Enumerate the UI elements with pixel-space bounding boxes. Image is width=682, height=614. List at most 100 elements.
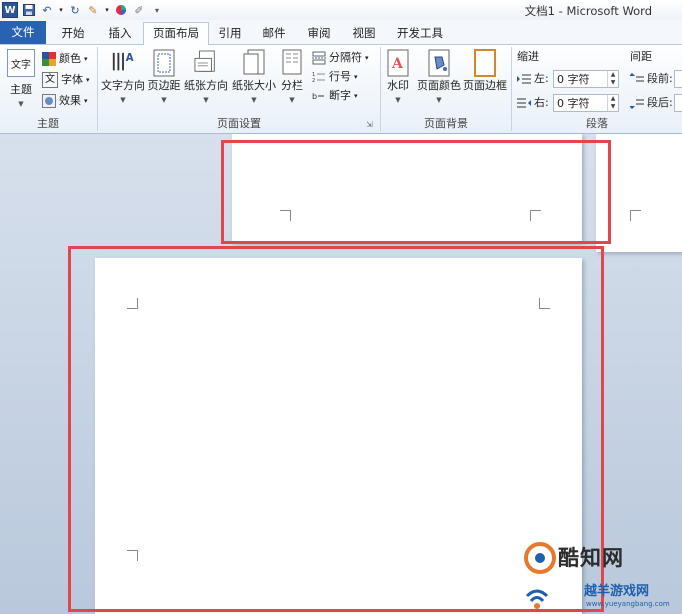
indent-left-spinner-icon[interactable]: ▲ ▼: [607, 71, 618, 87]
tab-review[interactable]: 审阅: [298, 23, 340, 44]
highlight-box-top: [221, 140, 611, 244]
hyphenation-dropdown-icon: ▾: [354, 92, 358, 100]
orientation-label: 纸张方向: [184, 79, 228, 92]
spacing-before-input[interactable]: [674, 70, 682, 88]
theme-fonts-icon: 文: [42, 72, 58, 88]
theme-effects-button[interactable]: 效果 ▾: [42, 92, 88, 110]
page-size-dropdown-icon: ▼: [251, 96, 257, 104]
document-area: 酷知网 越羊游戏网 www.yueyangbang.com: [0, 134, 682, 614]
spacing-after-icon: [630, 96, 644, 110]
window-title: 文档1 - Microsoft Word: [524, 4, 652, 18]
ribbon-tabs: 文件 开始 插入 页面布局 引用 邮件 审阅 视图 开发工具: [0, 20, 682, 46]
undo-dropdown-icon[interactable]: ▾: [58, 3, 64, 17]
hyphenation-button[interactable]: b 断字 ▾: [312, 87, 358, 105]
watermark-dropdown-icon: ▼: [395, 96, 401, 104]
margins-button[interactable]: 页边距 ▼: [146, 49, 182, 104]
breaks-icon: [312, 51, 326, 65]
watermark-name: 酷知网: [558, 546, 624, 570]
tab-home[interactable]: 开始: [50, 23, 96, 44]
indent-right-value: 0 字符: [557, 97, 590, 110]
watermark-button[interactable]: A 水印 ▼: [383, 49, 413, 104]
tab-mailings[interactable]: 邮件: [254, 23, 294, 44]
theme-effects-dropdown-icon: ▾: [84, 97, 88, 105]
text-direction-icon: A: [111, 49, 135, 77]
page-setup-dialog-launcher-icon[interactable]: ⇲: [366, 120, 373, 129]
text-direction-button[interactable]: A 文字方向 ▼: [100, 49, 146, 104]
save-icon[interactable]: [22, 3, 36, 17]
svg-text:A: A: [391, 56, 404, 72]
page-color-label: 页面颜色: [417, 79, 461, 92]
page-color-button[interactable]: 页面颜色 ▼: [416, 49, 462, 104]
spacing-after-input[interactable]: [674, 94, 682, 112]
page-borders-icon: [473, 49, 497, 77]
theme-colors-button[interactable]: 颜色 ▾: [42, 50, 88, 68]
spacing-header: 间距: [630, 50, 652, 63]
text-direction-label: 文字方向: [101, 79, 145, 92]
indent-left-input[interactable]: 0 字符 ▲ ▼: [553, 70, 619, 88]
tab-developer[interactable]: 开发工具: [390, 23, 450, 44]
word-app-icon[interactable]: W: [2, 2, 18, 18]
tab-file[interactable]: 文件: [0, 21, 46, 44]
indent-header: 缩进: [517, 50, 539, 63]
page-borders-label: 页面边框: [463, 79, 507, 92]
themes-label: 主题: [10, 83, 32, 96]
theme-fonts-dropdown-icon: ▾: [86, 76, 90, 84]
theme-colors-icon: [42, 52, 56, 66]
indent-right-label: 右:: [534, 96, 549, 109]
watermark-icon: A: [386, 49, 410, 77]
page-size-button[interactable]: 纸张大小 ▼: [230, 49, 278, 104]
theme-effects-icon: [42, 94, 56, 108]
margins-dropdown-icon: ▼: [161, 96, 167, 104]
theme-effects-label: 效果: [59, 94, 81, 107]
line-numbers-dropdown-icon: ▾: [354, 73, 358, 81]
page-corner-mark: [630, 210, 641, 221]
tab-view[interactable]: 视图: [344, 23, 384, 44]
tab-insert[interactable]: 插入: [98, 23, 142, 44]
svg-text:2: 2: [312, 78, 315, 84]
spacing-before-row: 段前:: [630, 70, 673, 88]
format-painter-icon[interactable]: ✎: [86, 3, 100, 17]
line-numbers-button[interactable]: 12 行号 ▾: [312, 68, 358, 86]
redo-icon[interactable]: ↻: [68, 3, 82, 17]
page-color-icon: [427, 49, 451, 77]
columns-button[interactable]: 分栏 ▼: [278, 49, 306, 104]
draw-icon[interactable]: ✐: [132, 3, 146, 17]
indent-left-label: 左:: [534, 72, 549, 85]
breaks-button[interactable]: 分隔符 ▾: [312, 49, 369, 67]
margins-label: 页边距: [147, 79, 181, 92]
svg-text:b: b: [312, 92, 317, 101]
indent-left-row: 左:: [517, 70, 549, 88]
page-borders-button[interactable]: 页面边框: [462, 49, 508, 93]
indent-right-row: 右:: [517, 94, 549, 112]
orientation-button[interactable]: 纸张方向 ▼: [182, 49, 230, 104]
page-color-dropdown-icon: ▼: [436, 96, 442, 104]
paragraph-group-label: 段落: [586, 117, 608, 130]
format-dropdown-icon[interactable]: ▾: [104, 3, 110, 17]
hyphenation-label: 断字: [329, 89, 351, 102]
watermark-site-name: 越羊游戏网: [584, 584, 650, 599]
tab-references[interactable]: 引用: [210, 23, 250, 44]
margins-icon: [152, 49, 176, 77]
indent-right-spinner-icon[interactable]: ▲ ▼: [607, 95, 618, 111]
undo-icon[interactable]: ↶: [40, 3, 54, 17]
line-numbers-label: 行号: [329, 70, 351, 83]
theme-fonts-button[interactable]: 文 字体 ▾: [42, 71, 90, 89]
watermark-logo-icon: [524, 542, 556, 574]
themes-dropdown-icon: ▼: [18, 100, 24, 108]
color-wheel-icon[interactable]: [114, 3, 128, 17]
orientation-icon: [194, 49, 218, 77]
spacing-before-icon: [630, 72, 644, 86]
spacing-after-label: 段后:: [647, 96, 673, 109]
indent-right-input[interactable]: 0 字符 ▲ ▼: [553, 94, 619, 112]
themes-icon: 文字: [7, 49, 35, 77]
watermark-url: www.yueyangbang.com: [586, 600, 670, 608]
page-setup-group-label: 页面设置: [217, 117, 261, 130]
spacing-after-row: 段后:: [630, 94, 673, 112]
themes-button[interactable]: 文字 主题 ▼: [4, 49, 38, 108]
customize-toolbar-icon[interactable]: ▾: [150, 3, 164, 17]
svg-text:A: A: [126, 53, 134, 64]
tab-page-layout[interactable]: 页面布局: [143, 22, 209, 46]
theme-colors-label: 颜色: [59, 52, 81, 65]
theme-fonts-label: 字体: [61, 73, 83, 86]
page-size-icon: [242, 49, 266, 77]
